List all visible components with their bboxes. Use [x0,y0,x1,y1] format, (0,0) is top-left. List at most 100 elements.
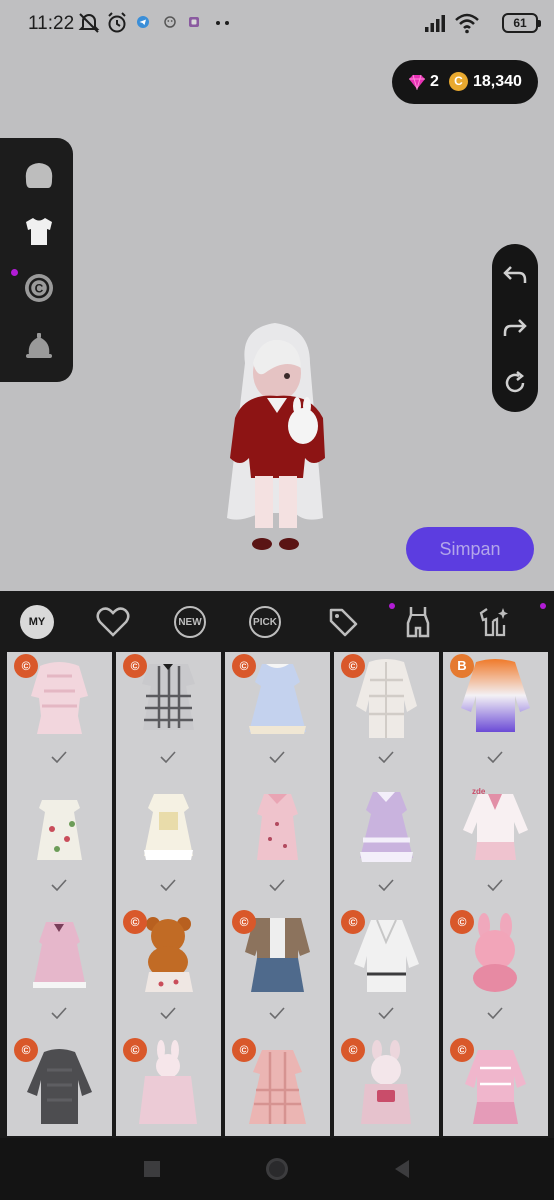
tab-sale[interactable] [325,604,361,640]
copyright-badge-icon: © [123,654,147,678]
copyright-badge-icon: © [232,910,256,934]
wifi-icon [455,13,479,34]
items-column: © © [7,652,112,1136]
checkmark-icon [269,879,285,891]
notification-dot [389,603,395,609]
status-time: 11:22 [28,13,75,34]
head-icon[interactable] [20,156,58,194]
signal-icon [425,15,445,32]
tab-my[interactable]: MY [19,604,55,640]
checkmark-icon [269,751,285,763]
clothing-item[interactable]: © [225,1036,330,1138]
clothing-item[interactable] [7,780,112,908]
clothing-item[interactable]: © [116,652,221,780]
clothing-item[interactable]: © [116,908,221,1036]
items-column: © © © [334,652,439,1136]
clothing-item[interactable]: © [334,908,439,1036]
copyright-badge-icon: © [341,1038,365,1062]
tab-new-label: NEW [174,606,206,638]
home-icon[interactable] [263,1155,291,1183]
copyright-icon[interactable]: C [20,269,58,307]
recent-apps-icon[interactable] [138,1155,166,1183]
alarm-icon [108,12,126,33]
battery-indicator: 61 [502,13,541,33]
tab-coordinate[interactable] [476,604,512,640]
checkmark-icon [160,751,176,763]
category-tabs: MY NEW PICK [0,591,554,652]
history-toolbar [492,244,538,412]
tab-favorites[interactable] [95,604,131,640]
copyright-badge-icon: © [341,910,365,934]
gem-count: 2 [430,73,439,90]
tab-pick-label: PICK [249,606,281,638]
status-bar: 11:22 61 [0,0,554,48]
checkmark-icon [487,879,503,891]
copyright-badge-icon: © [14,654,38,678]
tag-icon [329,608,358,637]
coin-icon: C [449,72,468,91]
back-icon[interactable] [388,1155,416,1183]
checkmark-icon [160,879,176,891]
svg-text:zde: zde [472,787,486,796]
copyright-badge-icon: © [232,1038,256,1062]
tab-pick[interactable]: PICK [247,604,283,640]
checkmark-icon [269,1007,285,1019]
clothing-item[interactable] [7,908,112,1036]
notification-dot [11,269,18,276]
items-column: © © © [116,652,221,1136]
clothing-item[interactable]: © [225,908,330,1036]
app-notification-icon-2 [189,17,199,27]
heart-icon [96,607,130,637]
bell-icon[interactable] [20,326,58,364]
undo-icon[interactable] [500,261,530,291]
copyright-badge-icon: © [341,654,365,678]
items-column: © © © [225,652,330,1136]
checkmark-icon [51,879,67,891]
checkmark-icon [487,751,503,763]
svg-text:C: C [35,282,44,296]
redo-icon[interactable] [500,314,530,344]
pink-ribbon-dress-thumbnail [33,922,86,988]
clothing-item[interactable]: B [443,652,548,780]
clothing-item[interactable]: © [334,652,439,780]
tab-outfit[interactable] [400,604,436,640]
lavender-lolita-dress-thumbnail [360,792,413,862]
shirt-icon[interactable] [20,212,58,250]
clothing-item[interactable]: © [225,652,330,780]
system-nav-bar [0,1138,554,1200]
clothing-item[interactable] [334,780,439,908]
app-notification-icon [164,16,176,28]
clothing-item[interactable]: zde [443,780,548,908]
clothing-item[interactable] [225,780,330,908]
cream-lolita-dress-thumbnail [144,794,193,860]
clothing-item[interactable] [116,780,221,908]
checkmark-icon [51,1007,67,1019]
clothing-item[interactable]: © [116,1036,221,1138]
pink-nightgown-thumbnail [257,794,298,860]
checkmark-icon [487,1007,503,1019]
clothing-item[interactable]: © [443,1036,548,1138]
copyright-badge-icon: © [232,654,256,678]
clothing-item[interactable]: © [7,1036,112,1138]
clothing-item[interactable]: © [334,1036,439,1138]
checkmark-icon [378,879,394,891]
checkmark-icon [378,751,394,763]
floral-dress-thumbnail [37,800,82,860]
tab-new[interactable]: NEW [172,604,208,640]
currency-balance[interactable]: 2 C 18,340 [392,60,538,104]
white-pink-set-thumbnail: zde [463,787,528,860]
clothing-item[interactable]: © [7,652,112,780]
gem-icon [409,74,425,90]
checkmark-icon [378,1007,394,1019]
reset-icon[interactable] [500,368,530,398]
avatar-preview[interactable] [215,318,340,563]
checkmark-icon [51,751,67,763]
left-toolbar: C [0,138,73,382]
save-button[interactable]: Simpan [406,527,534,571]
copyright-badge-icon: © [450,1038,474,1062]
clothing-item[interactable]: © [443,908,548,1036]
copyright-badge-icon: © [450,910,474,934]
b-badge-icon: B [450,654,474,678]
copyright-badge-icon: © [14,1038,38,1062]
notification-dot [540,603,546,609]
